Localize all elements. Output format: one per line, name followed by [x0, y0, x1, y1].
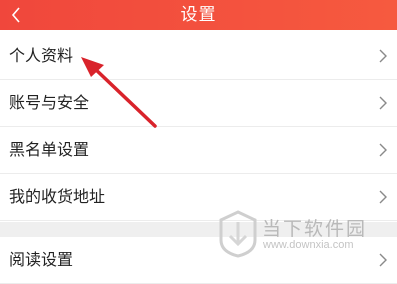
watermark-logo-icon	[219, 210, 257, 258]
watermark-url: www.downxia.com	[263, 239, 354, 251]
page-title: 设置	[180, 5, 217, 25]
settings-item-blacklist[interactable]: 黑名单设置	[0, 127, 397, 174]
settings-item-label: 阅读设置	[9, 250, 74, 269]
watermark-brand: 当下软件园	[262, 218, 368, 240]
settings-item-label: 个人资料	[9, 46, 74, 65]
settings-item-account-security[interactable]: 账号与安全	[0, 80, 397, 127]
chevron-right-icon	[377, 237, 389, 283]
settings-item-label: 账号与安全	[9, 93, 90, 112]
header-bar: 设置	[0, 0, 397, 30]
chevron-right-icon	[377, 174, 389, 220]
chevron-right-icon	[377, 33, 389, 79]
settings-item-label: 黑名单设置	[9, 140, 90, 159]
settings-item-label: 我的收货地址	[9, 187, 106, 206]
chevron-right-icon	[377, 127, 389, 173]
settings-item-profile[interactable]: 个人资料	[0, 33, 397, 80]
chevron-right-icon	[377, 80, 389, 126]
